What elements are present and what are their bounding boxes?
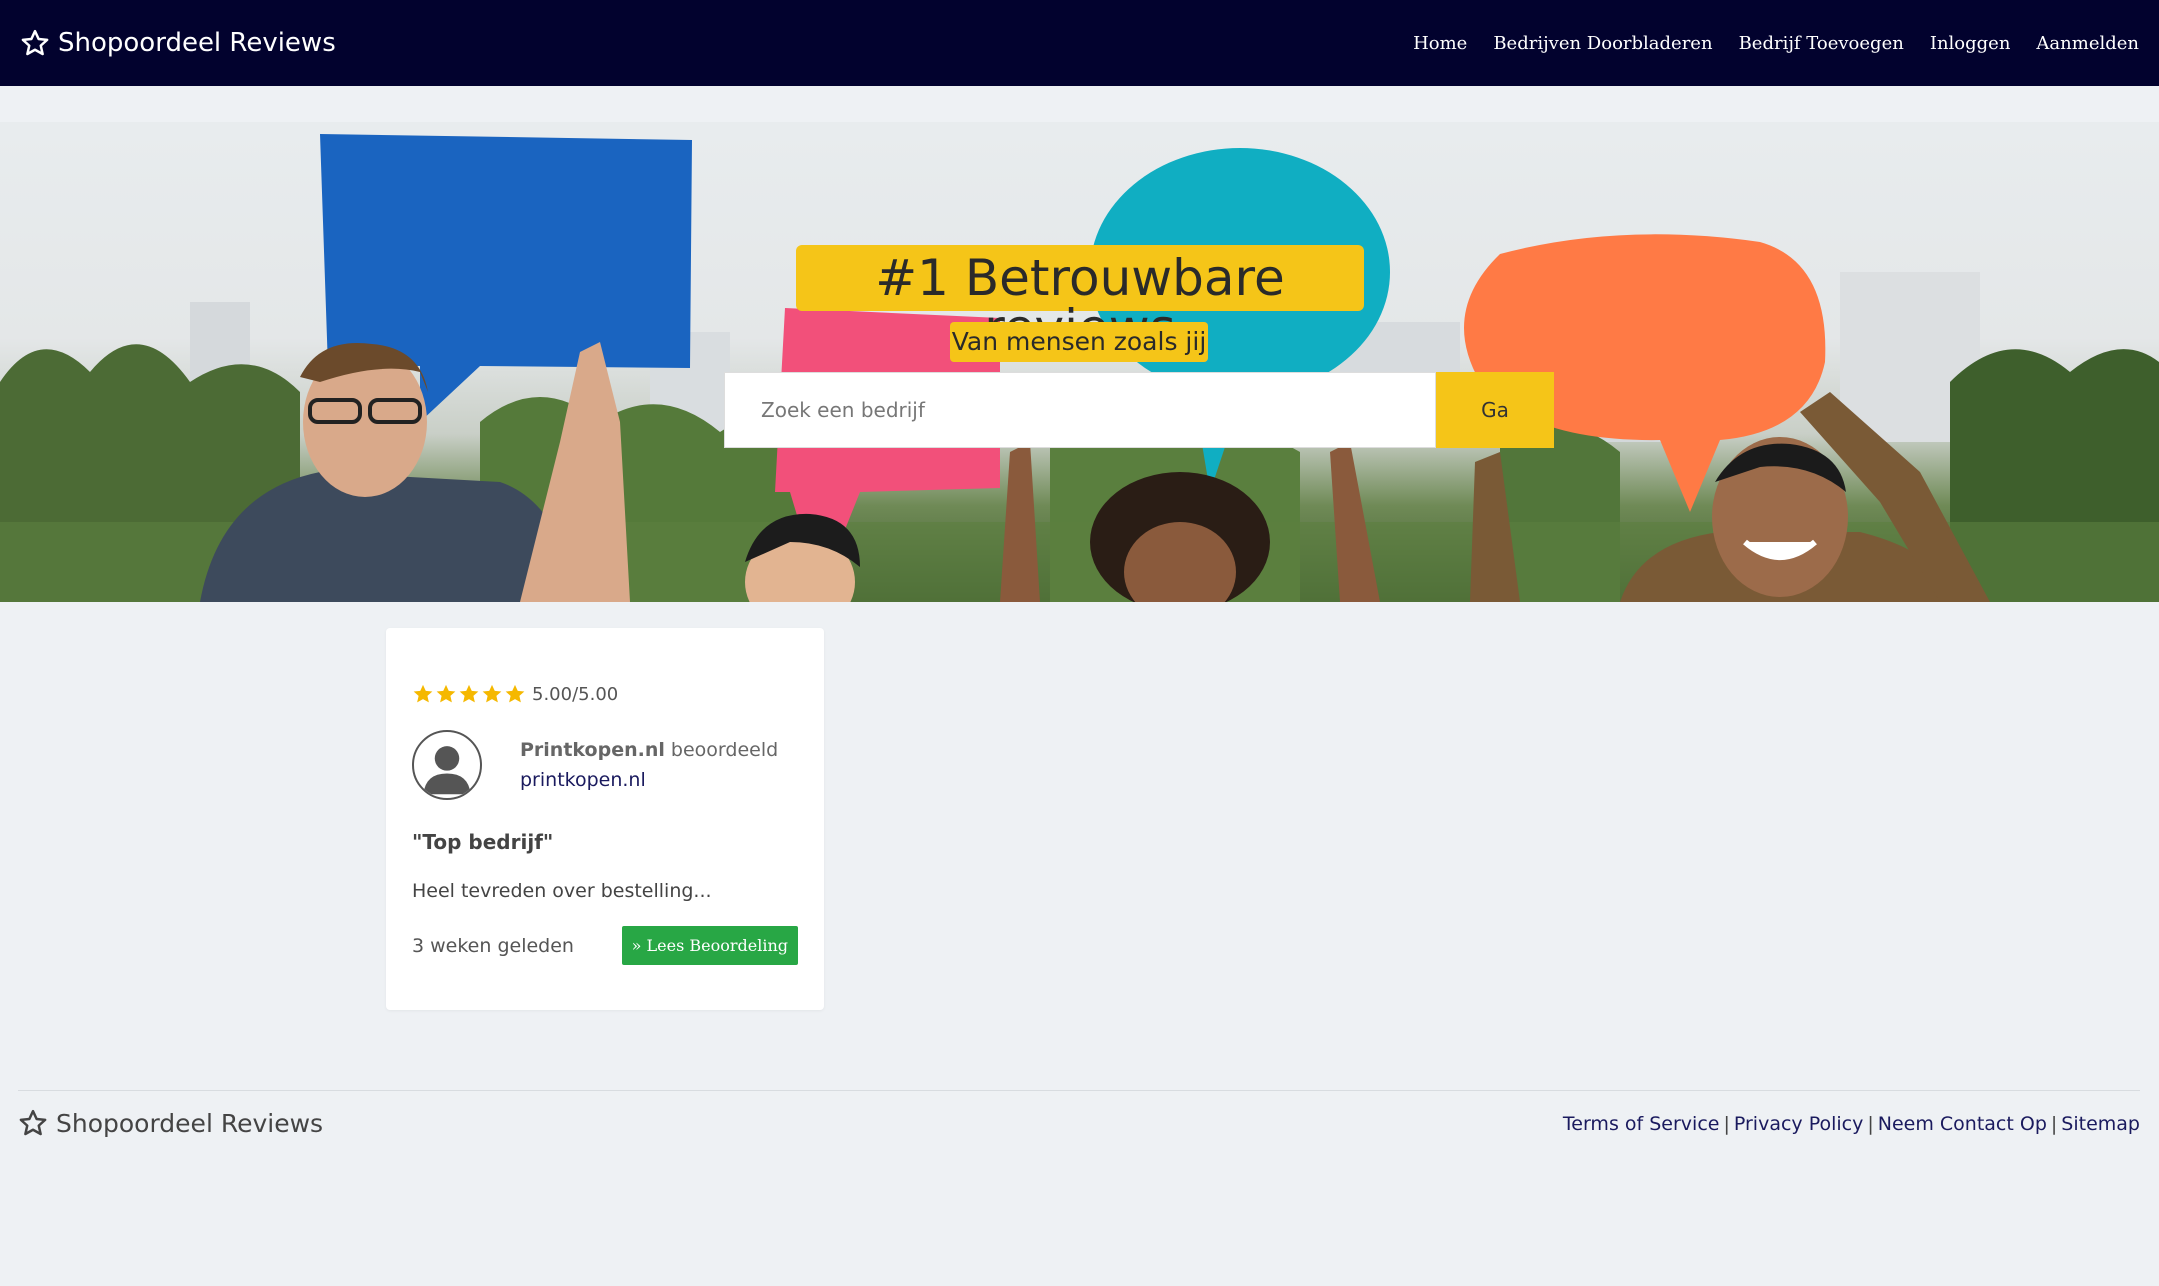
rating-value: 5.00/5.00 — [532, 683, 619, 705]
reviewed-label: beoordeeld — [670, 739, 779, 761]
review-card: 5.00/5.00 Printkopen.nl beoordeeld print… — [386, 628, 824, 1010]
hero-subtitle: Van mensen zoals jij — [950, 322, 1208, 362]
nav-login[interactable]: Inloggen — [1930, 33, 2011, 54]
star-filled-icon — [413, 684, 433, 703]
footer-link-contact[interactable]: Neem Contact Op — [1878, 1113, 2047, 1135]
footer-brand-name: Shopoordeel Reviews — [56, 1108, 324, 1138]
hero-background-image — [0, 134, 2159, 602]
rating-row: 5.00/5.00 — [412, 680, 798, 708]
brand-logo[interactable]: Shopoordeel Reviews — [20, 28, 336, 58]
nav-home[interactable]: Home — [1413, 33, 1467, 54]
brand-name: Shopoordeel Reviews — [58, 28, 336, 58]
star-filled-icon — [459, 684, 479, 703]
footer-link-sitemap[interactable]: Sitemap — [2061, 1113, 2140, 1135]
footer-separator: | — [2050, 1113, 2058, 1135]
reviewer-name: Printkopen.nl — [520, 739, 665, 761]
author-row: Printkopen.nl beoordeeld printkopen.nl — [412, 730, 798, 800]
review-time: 3 weken geleden — [412, 934, 574, 957]
company-link[interactable]: printkopen.nl — [520, 765, 778, 795]
hero-banner: #1 Betrouwbare reviews Van mensen zoals … — [0, 122, 2159, 602]
nav-register[interactable]: Aanmelden — [2036, 33, 2139, 54]
nav-browse-companies[interactable]: Bedrijven Doorbladeren — [1493, 33, 1712, 54]
footer-links: Terms of Service | Privacy Policy | Neem Con… — [1563, 1113, 2140, 1135]
review-excerpt: Heel tevreden over bestelling... — [412, 880, 712, 902]
card-footer: 3 weken geleden » Lees Beoordeling — [412, 926, 798, 965]
review-title: "Top bedrijf" — [412, 830, 554, 854]
footer-separator: | — [1723, 1113, 1730, 1135]
user-avatar-icon — [423, 746, 471, 795]
nav-links: Home Bedrijven Doorbladeren Bedrijf Toev… — [1387, 33, 2139, 54]
search-submit-button[interactable]: Ga — [1436, 372, 1554, 448]
search-form: Ga — [724, 372, 1554, 448]
star-rating — [412, 683, 527, 705]
star-filled-icon — [436, 684, 456, 703]
star-outline-icon — [21, 29, 49, 56]
star-filled-icon — [505, 684, 525, 703]
company-search-input[interactable] — [724, 372, 1436, 448]
navbar: Shopoordeel Reviews Home Bedrijven Doorb… — [0, 0, 2159, 86]
footer-brand[interactable]: Shopoordeel Reviews — [18, 1108, 323, 1138]
nav-add-company[interactable]: Bedrijf Toevoegen — [1739, 33, 1904, 54]
footer-divider — [18, 1090, 2140, 1091]
footer-link-terms[interactable]: Terms of Service — [1563, 1113, 1720, 1135]
hero-title: #1 Betrouwbare reviews — [796, 245, 1364, 353]
footer-link-privacy[interactable]: Privacy Policy — [1734, 1113, 1863, 1135]
star-filled-icon — [482, 684, 502, 703]
avatar — [412, 730, 482, 800]
author-info: Printkopen.nl beoordeeld printkopen.nl — [520, 735, 778, 795]
read-review-button[interactable]: » Lees Beoordeling — [621, 926, 798, 965]
star-outline-icon — [19, 1109, 47, 1136]
footer-separator: | — [1867, 1113, 1874, 1135]
